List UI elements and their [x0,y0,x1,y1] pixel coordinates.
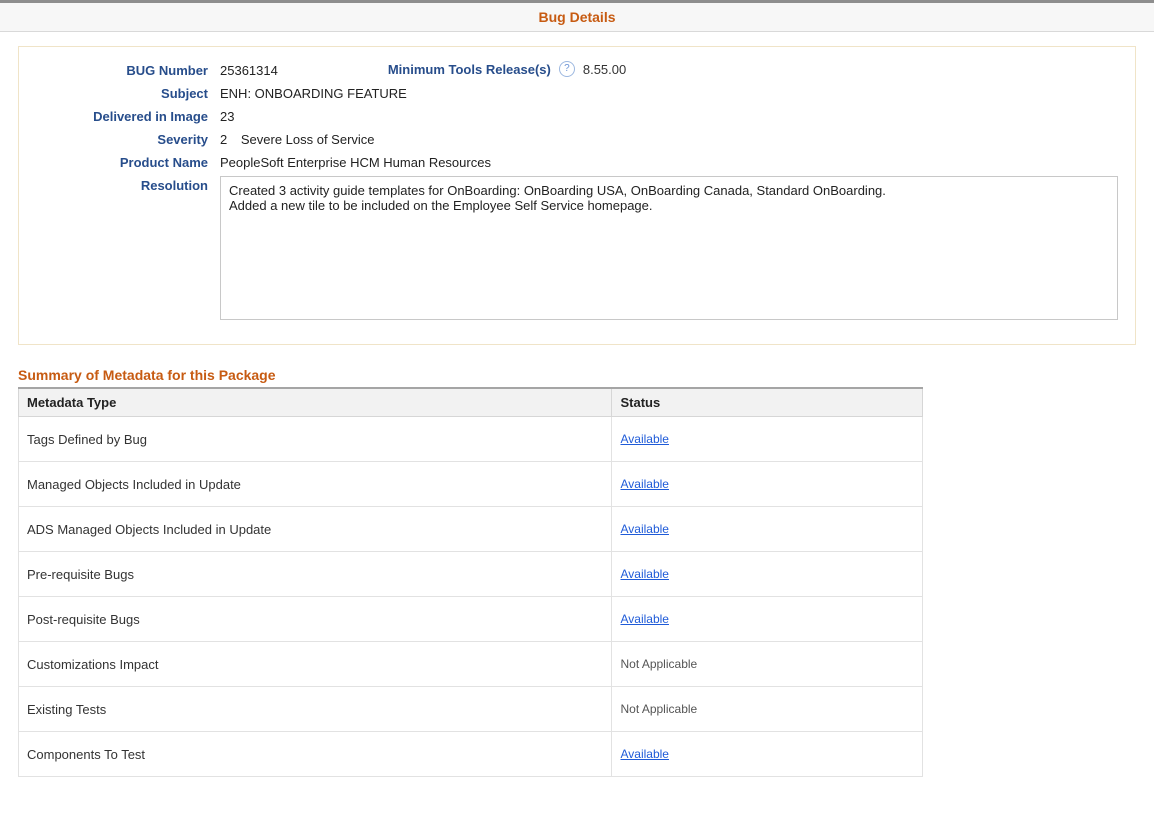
metadata-status-cell: Available [612,507,923,552]
label-delivered: Delivered in Image [33,107,220,124]
severity-text: Severe Loss of Service [241,132,375,147]
table-row: ADS Managed Objects Included in Update Av… [19,507,923,552]
resolution-textarea[interactable]: Created 3 activity guide templates for O… [220,176,1118,320]
status-link[interactable]: Available [620,522,668,536]
row-product: Product Name PeopleSoft Enterprise HCM H… [33,153,1121,170]
label-severity: Severity [33,130,220,147]
help-icon[interactable]: ? [559,61,575,77]
table-row: Components To Test Available [19,732,923,777]
value-min-tools: 8.55.00 [583,62,626,77]
severity-code: 2 [220,132,227,147]
bug-details-box: BUG Number 25361314 Minimum Tools Releas… [18,46,1136,345]
row-resolution: Resolution Created 3 activity guide temp… [33,176,1121,320]
page-title: Bug Details [538,9,615,25]
metadata-table: Metadata Type Status Tags Defined by Bug… [18,387,923,777]
table-row: Pre-requisite Bugs Available [19,552,923,597]
value-delivered: 23 [220,107,234,124]
col-header-type: Metadata Type [19,388,612,417]
value-severity: 2 Severe Loss of Service [220,130,375,147]
table-row: Tags Defined by Bug Available [19,417,923,462]
content-area: BUG Number 25361314 Minimum Tools Releas… [0,32,1154,797]
col-header-status: Status [612,388,923,417]
status-link[interactable]: Available [620,747,668,761]
value-product: PeopleSoft Enterprise HCM Human Resource… [220,153,491,170]
status-link[interactable]: Available [620,567,668,581]
table-row: Post-requisite Bugs Available [19,597,923,642]
title-bar: Bug Details [0,0,1154,32]
row-subject: Subject ENH: ONBOARDING FEATURE [33,84,1121,101]
row-bug-number: BUG Number 25361314 Minimum Tools Releas… [33,61,1121,78]
metadata-status-cell: Available [612,417,923,462]
status-link[interactable]: Available [620,477,668,491]
row-severity: Severity 2 Severe Loss of Service [33,130,1121,147]
table-row: Customizations ImpactNot Applicable [19,642,923,687]
label-resolution: Resolution [33,176,220,193]
summary-heading: Summary of Metadata for this Package [18,367,1136,383]
value-bug-number: 25361314 [220,61,278,78]
row-delivered: Delivered in Image 23 [33,107,1121,124]
table-header-row: Metadata Type Status [19,388,923,417]
metadata-type-cell: Tags Defined by Bug [19,417,612,462]
metadata-type-cell: Components To Test [19,732,612,777]
metadata-type-cell: Pre-requisite Bugs [19,552,612,597]
metadata-type-cell: Existing Tests [19,687,612,732]
metadata-type-cell: Managed Objects Included in Update [19,462,612,507]
label-product: Product Name [33,153,220,170]
metadata-status-cell: Available [612,552,923,597]
metadata-status-cell: Available [612,597,923,642]
value-subject: ENH: ONBOARDING FEATURE [220,84,407,101]
status-link[interactable]: Available [620,432,668,446]
metadata-status-cell: Not Applicable [612,687,923,732]
metadata-status-cell: Not Applicable [612,642,923,687]
label-min-tools: Minimum Tools Release(s) [388,62,551,77]
status-link[interactable]: Available [620,612,668,626]
min-tools-group: Minimum Tools Release(s) ? 8.55.00 [388,61,626,77]
metadata-status-cell: Available [612,462,923,507]
label-subject: Subject [33,84,220,101]
label-bug-number: BUG Number [33,61,220,78]
metadata-status-cell: Available [612,732,923,777]
table-row: Managed Objects Included in Update Availa… [19,462,923,507]
metadata-type-cell: ADS Managed Objects Included in Update [19,507,612,552]
metadata-type-cell: Post-requisite Bugs [19,597,612,642]
table-row: Existing TestsNot Applicable [19,687,923,732]
metadata-type-cell: Customizations Impact [19,642,612,687]
